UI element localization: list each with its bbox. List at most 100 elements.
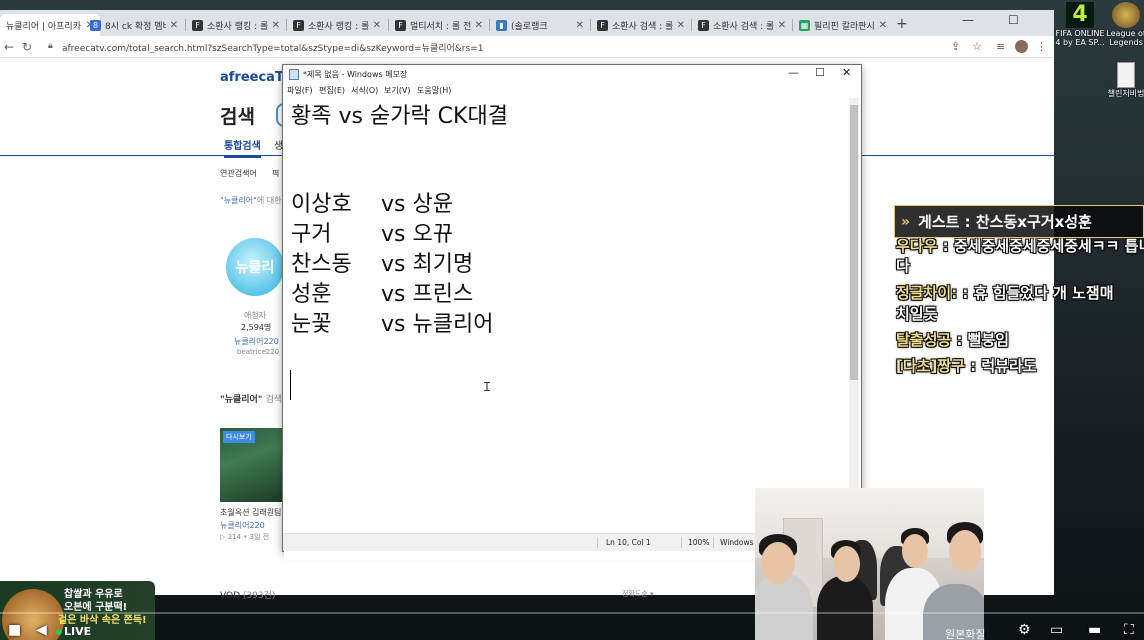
close-icon[interactable]: ✕ <box>677 20 685 31</box>
webcam-feed <box>755 488 984 640</box>
video-meta: ▷ 214 • 3일 전 <box>220 533 270 541</box>
browser-tab[interactable]: ▦ 필리핀 칼라판시티 ✕ <box>793 14 893 36</box>
channel-name[interactable]: 뉴클리어220 <box>234 336 279 347</box>
maximize-button[interactable]: ☐ <box>1008 13 1019 27</box>
live-indicator <box>56 629 62 635</box>
minimize-button[interactable]: — <box>788 66 799 79</box>
text-line: 황족 vs 숟가락 CK대결 <box>291 104 508 129</box>
profile-avatar[interactable] <box>1015 40 1028 53</box>
browser-tab[interactable]: F 멀티서치 : 롤 전적 ✕ <box>389 14 489 36</box>
new-tab-button[interactable]: + <box>896 16 908 32</box>
url-input[interactable]: afreecatv.com/total_search.html?szSearch… <box>62 41 483 54</box>
address-bar: ← ↻ 🔒︎ afreecatv.com/total_search.html?s… <box>0 36 1054 58</box>
bar-chart-icon: ▮ <box>496 19 507 31</box>
player-right: vs 프린스 <box>381 282 474 307</box>
site-icon: 8 <box>90 19 101 31</box>
close-icon[interactable]: ✕ <box>778 20 786 31</box>
tab-strip: 뉴클리어 | 아프리카✕ 88시 ck 확정 멤버✕ F소환사 랭킹 : 롤✕ … <box>0 10 1054 36</box>
video-title[interactable]: 초월옥션 김래원팀 초 <box>220 507 291 518</box>
live-label: LIVE <box>64 625 92 638</box>
scrollbar-thumb[interactable] <box>850 105 858 380</box>
close-icon[interactable]: ✕ <box>170 20 178 31</box>
stop-icon[interactable]: ■ <box>8 622 21 638</box>
tab-title: (솔로랭크 <box>511 21 548 32</box>
share-icon[interactable]: ⇪ <box>951 40 960 53</box>
fifa-icon: 4 <box>1066 2 1094 28</box>
close-icon[interactable]: ✕ <box>576 20 584 31</box>
maximize-button[interactable]: ☐ <box>815 66 825 79</box>
menu-file[interactable]: 파일(F) <box>287 85 313 96</box>
pip-icon[interactable]: ▭ <box>1050 622 1063 638</box>
file-shortcut[interactable]: 챌린저비법 <box>1098 62 1144 99</box>
related-label: 연관검색어 <box>220 169 257 178</box>
tab-title: 소환사 랭킹 : 롤 <box>207 21 268 32</box>
document-icon <box>1117 62 1135 88</box>
chat-nick: [다초]짱구 <box>896 357 965 375</box>
chat-text: : 럭뷰라도 <box>964 357 1037 375</box>
zoom-level: 100% <box>688 538 710 547</box>
chat-text: : 뻘붕임 <box>951 331 1010 349</box>
player-left: 이상호 <box>291 192 352 217</box>
vod-count: (393건) <box>242 591 276 601</box>
fans-count: 2,594명 <box>241 323 272 332</box>
menu-bar: 파일(F) 편집(E) 서식(O) 보기(V) 도움말(H) <box>283 85 861 98</box>
vod-section: VOD (393건) <box>220 588 275 601</box>
close-icon[interactable]: ✕ <box>272 20 280 31</box>
chat-nick: 정글차이: <box>896 284 958 302</box>
browser-tab[interactable]: F 소환사 검색 : 롤 ✕ <box>591 14 691 36</box>
browser-tab[interactable]: ▮ (솔로랭크 ✕ <box>490 14 590 36</box>
ibeam-cursor-icon: Ｉ <box>481 380 494 394</box>
quality-button[interactable]: 원본화질 <box>945 626 985 640</box>
shortcut-label: League of Legends <box>1106 29 1144 47</box>
related-keyword[interactable]: 펵 <box>272 168 279 179</box>
minimize-button[interactable]: — <box>962 13 974 27</box>
lock-icon: 🔒︎ <box>48 41 53 51</box>
progress-bar[interactable] <box>0 612 1144 614</box>
browser-tab[interactable]: F 소환사 랭킹 : 롤 ✕ <box>186 14 286 36</box>
close-icon[interactable]: ✕ <box>879 20 887 31</box>
section-keyword: "뉴클리어" <box>220 395 263 405</box>
notepad-titlebar[interactable]: *제목 없음 - Windows 메모장 — ☐ ✕ <box>283 65 861 85</box>
sort-label: 정확도순 <box>622 590 648 598</box>
video-channel[interactable]: 뉴클리어220 <box>220 520 265 531</box>
reading-list-icon[interactable]: ≡ <box>996 40 1005 53</box>
tab-title: 소환사 랭킹 : 롤 <box>308 21 369 32</box>
menu-help[interactable]: 도움말(H) <box>417 85 451 96</box>
browser-tab[interactable]: F 소환사 랭킹 : 롤 ✕ <box>287 14 387 36</box>
browser-tab[interactable]: F 소환사 검색 : 롤 ✕ <box>692 14 792 36</box>
sort-select[interactable]: 정확도순 ▾ <box>622 589 654 599</box>
close-icon[interactable]: ✕ <box>373 20 381 31</box>
chat-text: 다 <box>896 257 910 275</box>
close-button[interactable]: ✕ <box>842 66 851 79</box>
cursor-position: Ln 10, Col 1 <box>606 538 651 547</box>
close-icon[interactable]: ✕ <box>475 20 483 31</box>
player-right: vs 뉴클리어 <box>381 312 494 337</box>
reload-icon[interactable]: ↻ <box>22 40 32 54</box>
back-icon[interactable]: ← <box>4 40 14 54</box>
more-menu-icon[interactable]: ⋮ <box>1036 40 1047 53</box>
tab-title: 필리핀 칼라판시티 <box>814 21 875 32</box>
player-left: 찬스동 <box>291 252 352 277</box>
screen: 뉴클리어 | 아프리카✕ 88시 ck 확정 멤버✕ F소환사 랭킹 : 롤✕ … <box>0 0 1144 640</box>
menu-format[interactable]: 서식(O) <box>351 85 378 96</box>
fullscreen-icon[interactable]: ⛶ <box>1124 622 1134 638</box>
chat-text: : 휴 힘들었다 개 노잼매 <box>957 284 1114 302</box>
shortcut-label: 챌린저비법 <box>1107 89 1144 98</box>
avatar[interactable]: 뉴클리 <box>226 238 284 296</box>
theater-icon[interactable]: ▬ <box>1088 622 1101 638</box>
menu-view[interactable]: 보기(V) <box>384 85 410 96</box>
league-of-legends-shortcut[interactable]: League of Legends <box>1098 2 1144 48</box>
player-left: 구거 <box>291 222 332 247</box>
settings-gear-icon[interactable]: ⚙ <box>1018 622 1031 638</box>
tab-title: 소환사 검색 : 롤 <box>713 21 774 32</box>
notepad-window: *제목 없음 - Windows 메모장 — ☐ ✕ 파일(F) 편집(E) 서… <box>282 64 862 560</box>
bookmark-star-icon[interactable]: ☆ <box>972 40 982 53</box>
chat-message: 치일듯 <box>896 303 937 324</box>
site-icon: F <box>293 19 304 31</box>
tab-title: 소환사 검색 : 롤 <box>612 21 673 32</box>
volume-icon[interactable]: ◀ <box>36 622 47 638</box>
browser-tab[interactable]: 8 8시 ck 확정 멤버 ✕ <box>84 14 184 36</box>
league-of-legends-icon <box>1112 2 1140 28</box>
menu-edit[interactable]: 편집(E) <box>319 85 345 96</box>
line-ending: Windows ( <box>720 538 759 547</box>
